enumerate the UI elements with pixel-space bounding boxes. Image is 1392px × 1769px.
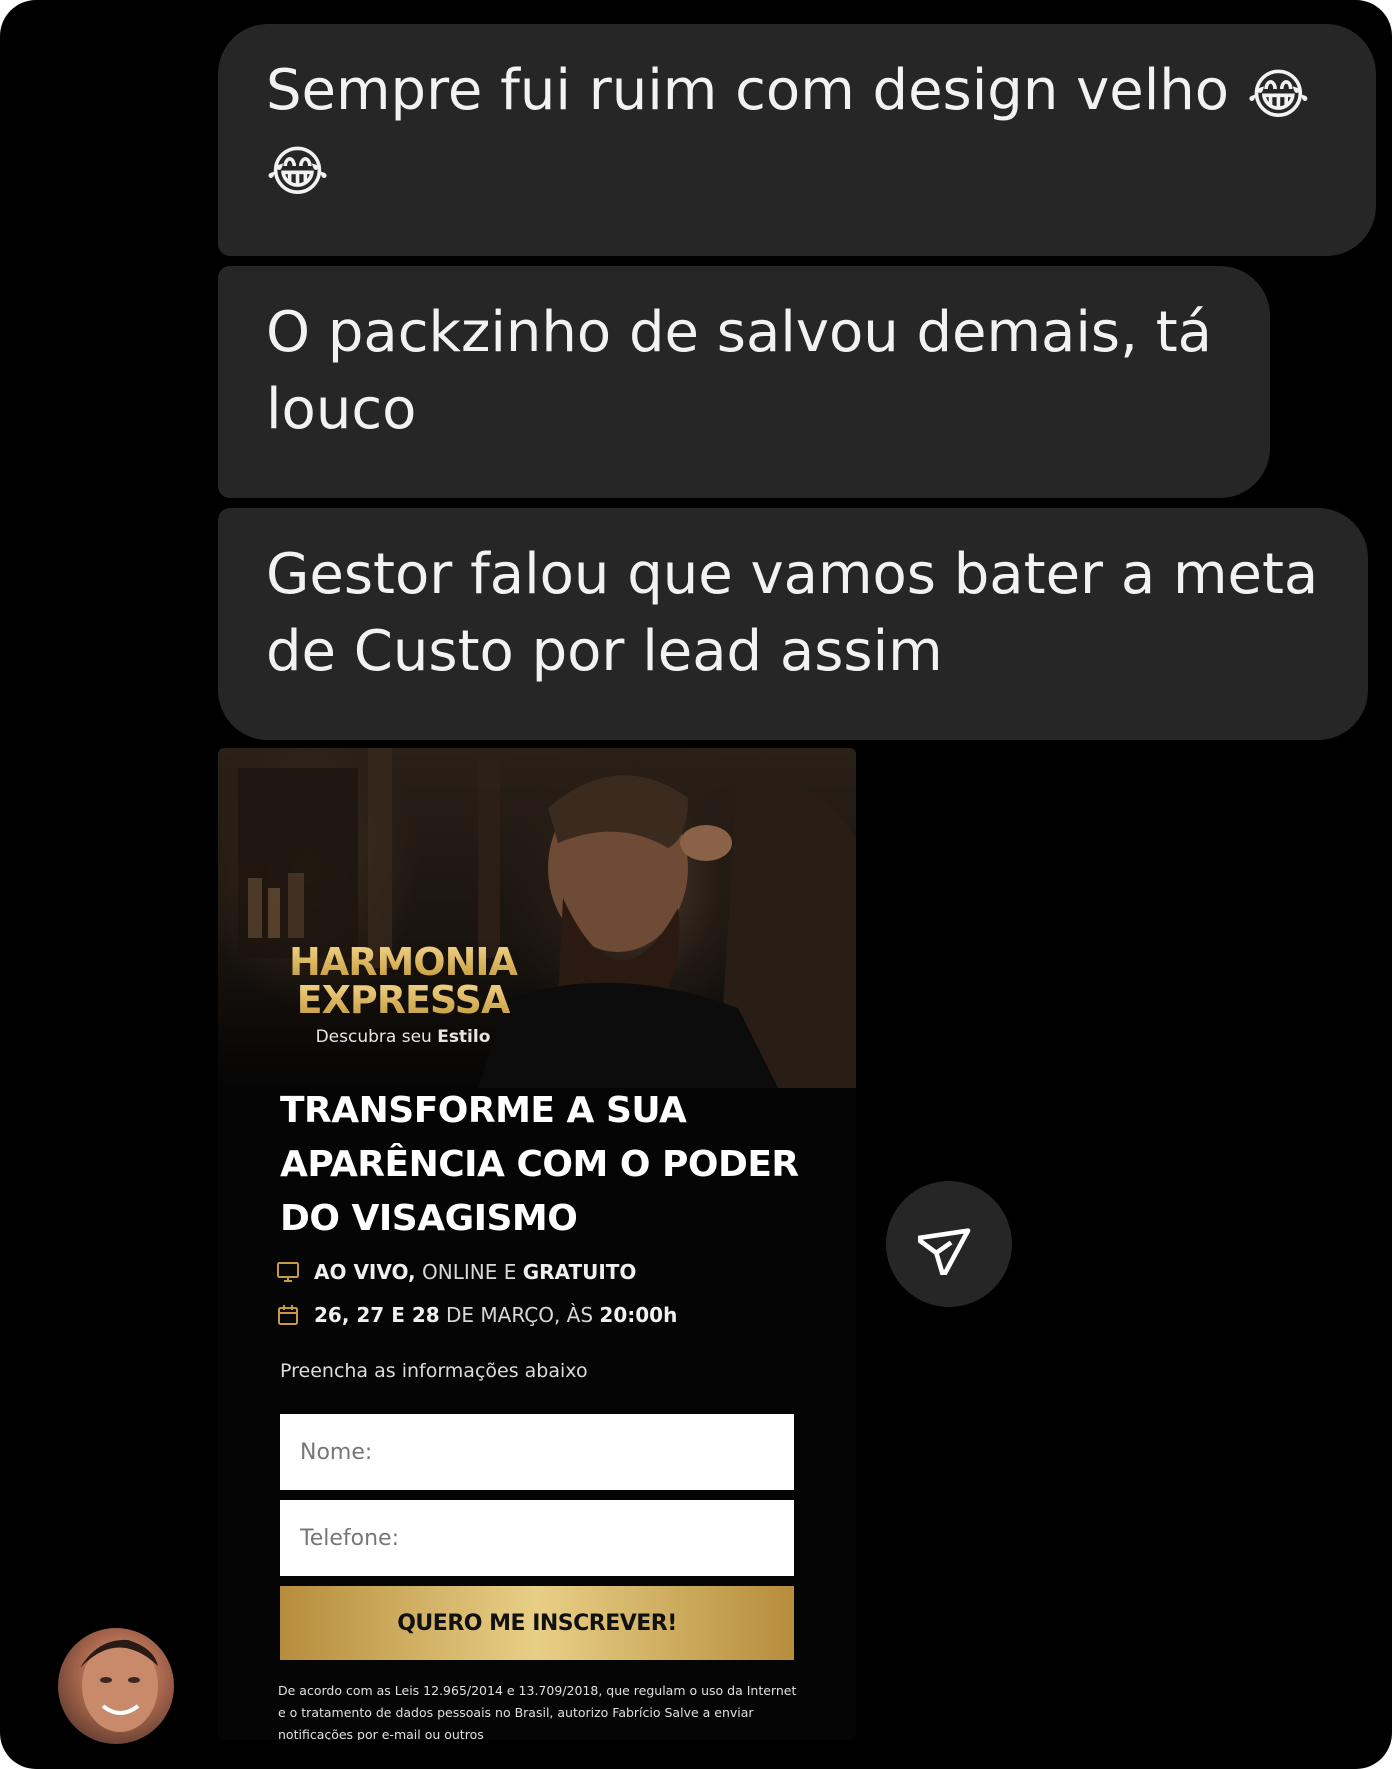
paper-plane-icon bbox=[918, 1228, 971, 1275]
date-days: 26, 27 E 28 bbox=[314, 1303, 440, 1327]
message-bubble[interactable]: Sempre fui ruim com design velho 😂 😂 bbox=[218, 24, 1376, 256]
laughing-emoji: 😂 bbox=[266, 140, 330, 203]
event-format-row: AO VIVO, ONLINE E GRATUITO bbox=[276, 1260, 636, 1284]
chat-window: Sempre fui ruim com design velho 😂 😂 O pa… bbox=[0, 0, 1392, 1769]
message-bubble[interactable]: O packzinho de salvou demais, tá louco bbox=[218, 266, 1270, 498]
avatar[interactable] bbox=[58, 1628, 174, 1744]
form-instruction: Preencha as informações abaixo bbox=[280, 1360, 588, 1382]
date-month: DE MARÇO, ÀS bbox=[439, 1303, 600, 1327]
shared-ad-image[interactable]: HARMONIA EXPRESSA Descubra seu Estilo TR… bbox=[218, 748, 856, 1740]
avatar-photo bbox=[80, 1639, 158, 1732]
online-label: ONLINE E bbox=[415, 1260, 523, 1284]
legal-disclaimer: De acordo com as Leis 12.965/2014 e 13.7… bbox=[278, 1683, 797, 1740]
phone-field[interactable] bbox=[280, 1500, 794, 1576]
live-label: AO VIVO, bbox=[314, 1260, 416, 1284]
message-text: Sempre fui ruim com design velho bbox=[266, 58, 1247, 123]
message-bubble[interactable]: Gestor falou que vamos bater a meta de C… bbox=[218, 508, 1368, 740]
laughing-emoji: 😂 bbox=[1246, 63, 1310, 126]
tagline-bold: Estilo bbox=[437, 1027, 491, 1047]
date-time: 20:00h bbox=[599, 1303, 678, 1327]
message-text: O packzinho de salvou demais, tá louco bbox=[266, 300, 1230, 442]
brand-title-line2: EXPRESSA bbox=[278, 981, 528, 1019]
subscribe-button[interactable]: QUERO ME INSCREVER! bbox=[280, 1586, 794, 1660]
free-label: GRATUITO bbox=[522, 1260, 637, 1284]
name-field[interactable] bbox=[280, 1414, 794, 1490]
ad-headline: TRANSFORME A SUA APARÊNCIA COM O PODER D… bbox=[280, 1090, 799, 1239]
barber-hero-image: HARMONIA EXPRESSA Descubra seu Estilo bbox=[218, 748, 856, 1088]
message-text: Gestor falou que vamos bater a meta de C… bbox=[266, 542, 1337, 684]
event-date-row: 26, 27 E 28 DE MARÇO, ÀS 20:00h bbox=[276, 1303, 677, 1327]
brand-title-line1: HARMONIA bbox=[278, 943, 528, 981]
brand-logo: HARMONIA EXPRESSA Descubra seu Estilo bbox=[278, 943, 528, 1047]
brand-tagline: Descubra seu Estilo bbox=[278, 1027, 528, 1047]
calendar-icon bbox=[278, 1305, 298, 1325]
share-button[interactable] bbox=[886, 1181, 1012, 1307]
tagline-prefix: Descubra seu bbox=[315, 1027, 438, 1047]
monitor-icon bbox=[277, 1262, 299, 1282]
